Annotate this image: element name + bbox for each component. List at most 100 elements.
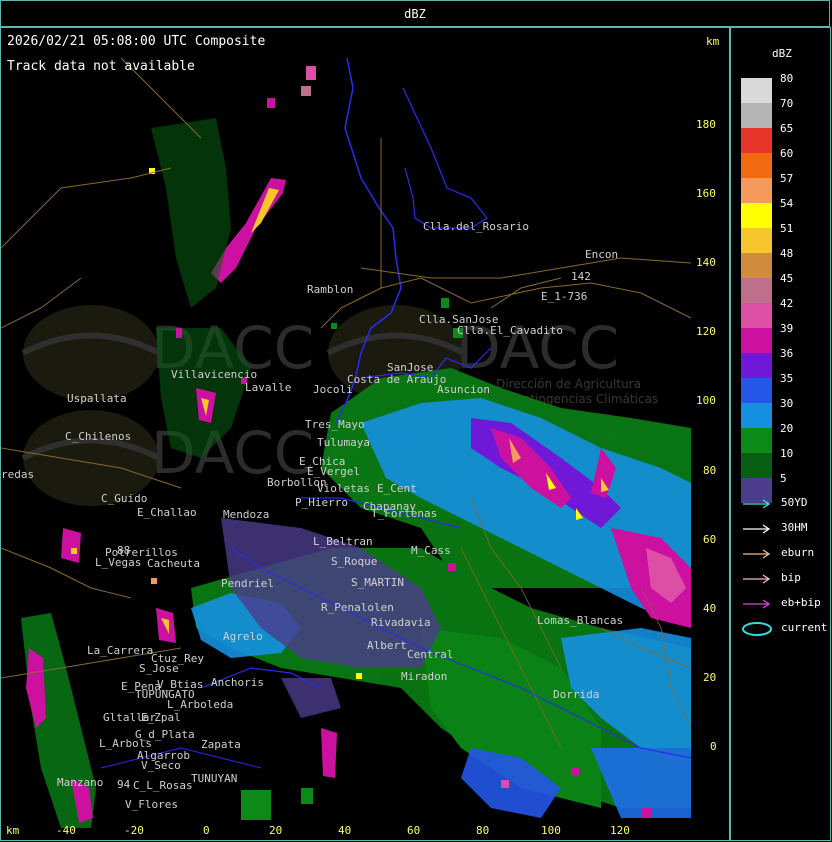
track-status: Track data not available <box>7 59 195 74</box>
place-label: Villavicencio <box>171 368 257 381</box>
y-tick: 0 <box>710 740 717 753</box>
legend-color-swatch <box>741 78 772 103</box>
place-label: Mendoza <box>223 508 269 521</box>
place-label: Encon <box>585 248 618 261</box>
place-label: Asuncion <box>437 383 490 396</box>
legend-color-swatch <box>741 228 772 253</box>
x-tick: 40 <box>338 824 352 837</box>
x-tick: 0 <box>203 824 210 837</box>
radar-map[interactable]: DACC DACC Dirección de Agricultura y Con… <box>1 28 729 840</box>
legend-value-label: 45 <box>780 272 794 285</box>
legend-value-label: 70 <box>780 97 794 110</box>
place-label: TUNUYAN <box>191 772 237 785</box>
legend-color-swatch <box>741 303 772 328</box>
legend-track-label: eburn <box>781 546 815 559</box>
place-label: S_Jose <box>139 662 179 675</box>
place-label: Lomas_Blancas <box>537 614 623 627</box>
legend-track-label: bip <box>781 571 801 584</box>
place-label: L_Vegas <box>95 556 141 569</box>
legend-color-swatch <box>741 453 772 478</box>
place-label: Clla.El_Cavadito <box>457 324 563 337</box>
y-tick: 60 <box>703 533 717 546</box>
x-tick: -40 <box>56 824 76 837</box>
legend-value-label: 30 <box>780 397 794 410</box>
place-label: Manzano <box>57 776 103 789</box>
legend-track-label: current <box>781 621 828 634</box>
watermark-subtitle-1: Dirección de Agricultura <box>496 377 641 391</box>
y-tick: 140 <box>696 256 716 269</box>
legend-color-swatch <box>741 403 772 428</box>
legend-color-swatch <box>741 178 772 203</box>
place-label: Violetas <box>317 482 370 495</box>
place-label: Chapanay <box>363 500 416 513</box>
legend-color-swatch <box>741 328 772 353</box>
legend-track-label: 50YD <box>781 496 808 509</box>
place-label: E_1-736 <box>541 290 587 303</box>
place-label: C_Guido <box>101 492 147 505</box>
legend-title: dBZ <box>772 47 792 60</box>
place-label: La_Carrera <box>87 644 153 657</box>
y-tick: 160 <box>696 187 716 200</box>
place-label: Central <box>407 648 453 661</box>
legend-value-label: 39 <box>780 322 794 335</box>
place-label: Ramblon <box>307 283 353 296</box>
place-label: Albert <box>367 639 407 652</box>
place-label: C_Chilenos <box>65 430 131 443</box>
place-label: Tulumaya <box>317 436 370 449</box>
track-arrow-icon <box>743 599 771 609</box>
legend-value-label: 10 <box>780 447 794 460</box>
place-label: L_Beltran <box>313 535 373 548</box>
place-label: Lavalle <box>245 381 291 394</box>
place-label: Zapata <box>201 738 241 751</box>
legend-color-swatch <box>741 128 772 153</box>
place-label: G_d_Plata <box>135 728 195 741</box>
y-tick: 40 <box>703 602 717 615</box>
place-label: M_Cass <box>411 544 451 557</box>
current-ellipse-icon <box>742 622 772 636</box>
y-tick: 80 <box>703 464 717 477</box>
legend-color-swatch <box>741 278 772 303</box>
legend-track-item: eburn <box>741 546 814 564</box>
legend-track-label: eb+bip <box>781 596 821 609</box>
place-label: P_Hierro <box>295 496 348 509</box>
x-tick: 120 <box>610 824 630 837</box>
legend-value-label: 36 <box>780 347 794 360</box>
x-tick: 100 <box>541 824 561 837</box>
place-label: E_Cent <box>377 482 417 495</box>
place-label: E_Zpal <box>141 711 181 724</box>
place-label: V_Flores <box>125 798 178 811</box>
track-arrow-icon <box>743 549 771 559</box>
place-label: E_Challao <box>137 506 197 519</box>
track-arrow-icon <box>743 524 771 534</box>
place-label: redas <box>1 468 34 481</box>
legend-track-item: eb+bip <box>741 596 821 614</box>
place-label: Cacheuta <box>147 557 200 570</box>
place-label: L_Arboleda <box>167 698 233 711</box>
legend-value-label: 5 <box>780 472 787 485</box>
legend-color-swatch <box>741 153 772 178</box>
place-label: V_Seco <box>141 759 181 772</box>
place-label: 88 <box>117 544 130 557</box>
y-tick: 100 <box>696 394 716 407</box>
place-label: Pendriel <box>221 577 274 590</box>
legend-track-item: 30HM <box>741 521 808 539</box>
place-label: 142 <box>571 270 591 283</box>
legend-track-item: current <box>741 621 827 639</box>
y-axis-unit: km <box>706 35 720 48</box>
track-arrow-icon <box>743 574 771 584</box>
legend-value-label: 60 <box>780 147 794 160</box>
legend-track-item: 50YD <box>741 496 808 514</box>
legend-value-label: 54 <box>780 197 794 210</box>
legend-track-label: 30HM <box>781 521 808 534</box>
y-tick: 20 <box>703 671 717 684</box>
place-label: Rivadavia <box>371 616 431 629</box>
place-label: S_Roque <box>331 555 377 568</box>
x-tick: 80 <box>476 824 490 837</box>
legend-color-swatch <box>741 203 772 228</box>
legend-color-swatch <box>741 253 772 278</box>
legend-value-label: 35 <box>780 372 794 385</box>
place-label: Costa de Araujo <box>347 373 446 386</box>
place-label: Clla.del_Rosario <box>423 220 529 233</box>
timestamp-label: 2026/02/21 05:08:00 UTC Composite <box>7 34 266 49</box>
x-tick: 20 <box>269 824 283 837</box>
